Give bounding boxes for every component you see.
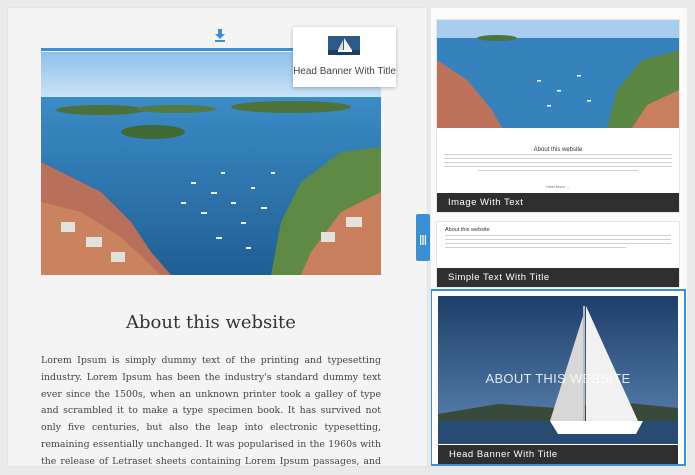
drag-preview: Head Banner With Title	[293, 27, 396, 87]
about-title: About this website	[126, 312, 296, 333]
grip-bars-icon	[420, 232, 426, 245]
template-card-caption: Head Banner With Title	[438, 445, 678, 464]
template-card-caption: Simple Text With Title	[437, 268, 679, 287]
template-card-title: About this website	[533, 147, 583, 153]
view-more-link: View More →	[546, 184, 570, 189]
template-text-lines	[445, 235, 671, 257]
template-text-lines	[444, 154, 672, 180]
banner-title: ABOUT THIS WEBSITE	[485, 371, 631, 386]
panel-splitter[interactable]	[416, 214, 430, 261]
template-card-title: About this website	[445, 227, 490, 233]
template-thumbnail	[437, 20, 679, 128]
banner-thumbnail	[438, 296, 678, 444]
template-card-caption: Image With Text	[437, 193, 679, 212]
template-card-image-with-text[interactable]: About this website View More → Image Wit…	[437, 20, 679, 212]
template-card-head-banner[interactable]: ABOUT THIS WEBSITE Head Banner With Titl…	[432, 291, 684, 464]
about-body: Lorem Ipsum is simply dummy text of the …	[41, 355, 381, 466]
sailboat-thumbnail	[328, 36, 360, 55]
drag-preview-label: Head Banner With Title	[293, 66, 396, 77]
template-card-simple-text[interactable]: About this website Simple Text With Titl…	[437, 222, 679, 287]
download-arrow-icon[interactable]	[213, 28, 227, 42]
template-panel: About this website View More → Image Wit…	[431, 8, 687, 466]
